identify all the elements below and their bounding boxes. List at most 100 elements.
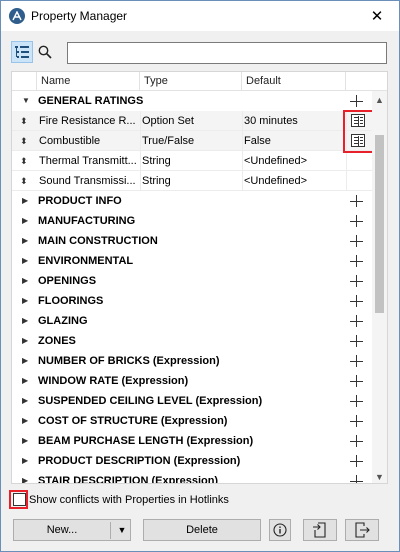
group-row[interactable]: ▶ SUSPENDED CEILING LEVEL (Expression)	[12, 391, 372, 411]
info-icon	[273, 523, 287, 537]
new-button-label[interactable]: New...	[14, 524, 110, 536]
column-divider	[242, 171, 243, 191]
group-label: COST OF STRUCTURE (Expression)	[38, 415, 228, 427]
column-divider	[242, 151, 243, 171]
expand-arrow-icon[interactable]: ▶	[22, 291, 28, 311]
add-property-icon[interactable]	[350, 271, 364, 291]
column-header-type[interactable]: Type	[140, 72, 242, 91]
property-default: False	[244, 135, 271, 147]
group-row[interactable]: ▶ ZONES	[12, 331, 372, 351]
add-property-icon[interactable]	[350, 411, 364, 431]
add-property-icon[interactable]	[350, 191, 364, 211]
scroll-up-icon[interactable]: ▲	[372, 93, 387, 107]
group-label: NUMBER OF BRICKS (Expression)	[38, 355, 220, 367]
group-row[interactable]: ▶ MAIN CONSTRUCTION	[12, 231, 372, 251]
import-icon	[313, 522, 326, 538]
property-default: 30 minutes	[244, 115, 298, 127]
table-body: ▼ GENERAL RATINGS ⬍ Fire Resistance R... O…	[12, 91, 372, 483]
expand-arrow-icon[interactable]: ▶	[22, 351, 28, 371]
import-button[interactable]	[303, 519, 337, 541]
drag-handle-icon[interactable]: ⬍	[20, 151, 28, 171]
group-label: ZONES	[38, 335, 76, 347]
group-row[interactable]: ▶ WINDOW RATE (Expression)	[12, 371, 372, 391]
vertical-scrollbar[interactable]: ▲ ▼	[372, 91, 387, 483]
collapse-arrow-icon[interactable]: ▼	[22, 91, 30, 111]
expand-arrow-icon[interactable]: ▶	[22, 311, 28, 331]
group-row[interactable]: ▶ MANUFACTURING	[12, 211, 372, 231]
export-button[interactable]	[345, 519, 379, 541]
property-default: <Undefined>	[244, 155, 307, 167]
add-property-icon[interactable]	[350, 251, 364, 271]
expand-arrow-icon[interactable]: ▶	[22, 231, 28, 251]
expand-arrow-icon[interactable]: ▶	[22, 271, 28, 291]
group-row[interactable]: ▶ PRODUCT DESCRIPTION (Expression)	[12, 451, 372, 471]
property-type: True/False	[142, 135, 195, 147]
add-property-icon[interactable]	[350, 451, 364, 471]
add-property-icon[interactable]	[350, 431, 364, 451]
expand-arrow-icon[interactable]: ▶	[22, 211, 28, 231]
show-conflicts-option[interactable]: Show conflicts with Properties in Hotlin…	[13, 493, 229, 506]
add-property-icon[interactable]	[350, 211, 364, 231]
add-property-icon[interactable]	[350, 331, 364, 351]
add-property-icon[interactable]	[350, 371, 364, 391]
export-icon	[355, 522, 370, 538]
expand-arrow-icon[interactable]: ▶	[22, 431, 28, 451]
expand-arrow-icon[interactable]: ▶	[22, 331, 28, 351]
tree-view-toggle-button[interactable]	[11, 41, 33, 63]
header-spacer	[12, 72, 37, 91]
property-row[interactable]: ⬍ Combustible True/False False	[12, 131, 372, 151]
expand-arrow-icon[interactable]: ▶	[22, 391, 28, 411]
group-row[interactable]: ▶ STAIR DESCRIPTION (Expression)	[12, 471, 372, 483]
expand-arrow-icon[interactable]: ▶	[22, 251, 28, 271]
drag-handle-icon[interactable]: ⬍	[20, 171, 28, 191]
property-type: String	[142, 175, 171, 187]
expand-arrow-icon[interactable]: ▶	[22, 451, 28, 471]
add-property-icon[interactable]	[350, 351, 364, 371]
column-header-default[interactable]: Default	[242, 72, 346, 91]
group-row[interactable]: ▶ OPENINGS	[12, 271, 372, 291]
add-property-icon[interactable]	[350, 91, 364, 111]
drag-handle-icon[interactable]: ⬍	[20, 111, 28, 131]
window-title: Property Manager	[31, 9, 128, 23]
column-header-name[interactable]: Name	[37, 72, 140, 91]
group-row[interactable]: ▶ NUMBER OF BRICKS (Expression)	[12, 351, 372, 371]
property-row[interactable]: ⬍ Fire Resistance R... Option Set 30 minute…	[12, 111, 372, 131]
group-row[interactable]: ▶ ENVIRONMENTAL	[12, 251, 372, 271]
add-property-icon[interactable]	[350, 311, 364, 331]
info-button[interactable]	[269, 519, 291, 541]
search-input[interactable]	[67, 42, 387, 64]
add-property-icon[interactable]	[350, 291, 364, 311]
button-bar: New... ▼ Delete	[1, 519, 399, 541]
delete-button[interactable]: Delete	[143, 519, 261, 541]
expand-arrow-icon[interactable]: ▶	[22, 371, 28, 391]
expand-arrow-icon[interactable]: ▶	[22, 191, 28, 211]
group-row-general-ratings[interactable]: ▼ GENERAL RATINGS	[12, 91, 372, 111]
add-property-icon[interactable]	[350, 471, 364, 483]
search-button[interactable]	[37, 43, 53, 61]
group-row[interactable]: ▶ BEAM PURCHASE LENGTH (Expression)	[12, 431, 372, 451]
drag-handle-icon[interactable]: ⬍	[20, 131, 28, 151]
scrollbar-thumb[interactable]	[375, 135, 384, 313]
close-button[interactable]: ✕	[355, 1, 399, 31]
group-row[interactable]: ▶ PRODUCT INFO	[12, 191, 372, 211]
group-label: MAIN CONSTRUCTION	[38, 235, 158, 247]
group-row[interactable]: ▶ COST OF STRUCTURE (Expression)	[12, 411, 372, 431]
checkbox-highlight	[9, 490, 28, 509]
property-type: String	[142, 155, 171, 167]
group-label: GENERAL RATINGS	[38, 95, 144, 107]
group-label: MANUFACTURING	[38, 215, 136, 227]
property-row[interactable]: ⬍ Sound Transmissi... String <Undefined>	[12, 171, 372, 191]
add-property-icon[interactable]	[350, 231, 364, 251]
new-split-button[interactable]: New... ▼	[13, 519, 131, 541]
group-row[interactable]: ▶ GLAZING	[12, 311, 372, 331]
property-name: Fire Resistance R...	[39, 115, 136, 127]
group-label: OPENINGS	[38, 275, 97, 287]
expand-arrow-icon[interactable]: ▶	[22, 411, 28, 431]
new-dropdown-icon[interactable]: ▼	[114, 525, 130, 535]
scroll-down-icon[interactable]: ▼	[372, 470, 387, 483]
group-label: PRODUCT DESCRIPTION (Expression)	[38, 455, 241, 467]
group-row[interactable]: ▶ FLOORINGS	[12, 291, 372, 311]
add-property-icon[interactable]	[350, 391, 364, 411]
property-row[interactable]: ⬍ Thermal Transmitt... String <Undefined>	[12, 151, 372, 171]
expand-arrow-icon[interactable]: ▶	[22, 471, 28, 483]
